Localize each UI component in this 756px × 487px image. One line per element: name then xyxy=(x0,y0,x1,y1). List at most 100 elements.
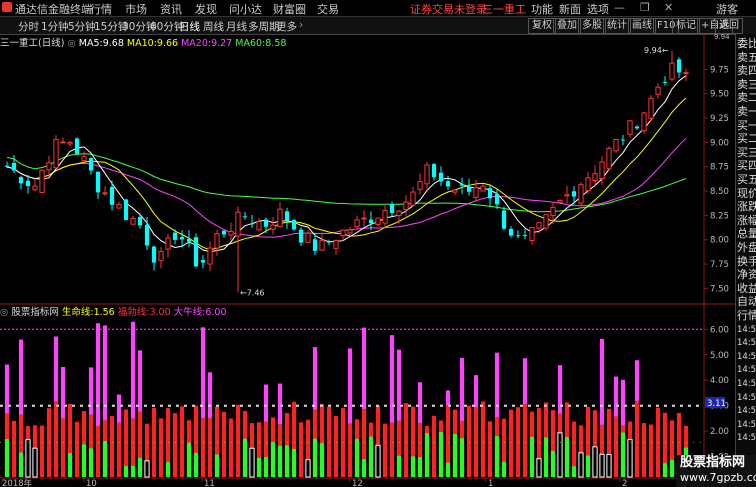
watermark: 股票指标网 www.7gpzb.com xyxy=(676,455,756,487)
candle-body-down xyxy=(438,172,444,182)
settings-circle-icon[interactable]: ◎ xyxy=(0,307,8,318)
candle-body-up xyxy=(354,219,360,228)
candle-body-up xyxy=(32,185,38,191)
indicator-bar-green xyxy=(564,437,570,477)
indicator-bar-green xyxy=(214,454,220,477)
indicator-bar-magenta xyxy=(494,352,500,418)
candle-body-down xyxy=(676,59,682,73)
menu-wenxiaoda[interactable]: 问小达 xyxy=(229,1,262,17)
minimize-icon[interactable]: — xyxy=(614,1,625,14)
btn-fuquan[interactable]: 复权 xyxy=(528,18,556,34)
period-more[interactable]: 更多 xyxy=(276,19,297,34)
menu-xuanxiang[interactable]: 选项 xyxy=(587,1,609,17)
btn-tongji[interactable]: 统计 xyxy=(603,18,631,34)
indicator-bar-green xyxy=(410,456,416,477)
price-tick-label: 8.25 xyxy=(710,211,729,221)
candle-body-up xyxy=(319,239,325,251)
close-icon[interactable]: ✕ xyxy=(664,1,673,14)
candle-body-down xyxy=(620,139,626,141)
candle-body-down xyxy=(4,165,10,167)
indicator-bar-red xyxy=(382,423,388,477)
sidebar-row: 卖一 xyxy=(737,105,756,118)
candle-body-down xyxy=(25,180,31,187)
candle-body-up xyxy=(648,98,654,119)
indicator-name: 股票指标网 xyxy=(11,307,59,318)
indicator-bar-green xyxy=(291,448,297,477)
indicator-bar-green xyxy=(620,432,626,477)
menu-caifuquan[interactable]: 财富圈 xyxy=(273,1,306,17)
candle-body-down xyxy=(634,126,640,129)
indicator-bar-green xyxy=(445,462,451,477)
btn-huaxian[interactable]: 画线 xyxy=(628,18,656,34)
sidebar-row: 卖二 xyxy=(737,91,756,105)
indicator-bar-red xyxy=(109,415,115,477)
candle-body-down xyxy=(431,164,437,178)
candle-body-up xyxy=(214,233,220,249)
title-bar: 通达信金融终端 行情 市场 资讯 发现 问小达 财富圈 交易 证券交易未登录 三… xyxy=(0,0,756,17)
menu-shichang[interactable]: 市场 xyxy=(125,1,147,17)
btn-duogu[interactable]: 多股 xyxy=(578,18,606,34)
indicator-bar-red xyxy=(648,424,654,477)
candle-body-down xyxy=(368,219,374,224)
menu-xinmian[interactable]: 新面 xyxy=(559,1,581,17)
indicator-bar-red xyxy=(389,422,395,477)
indicator-bar-magenta xyxy=(473,375,479,408)
dropdown-arrow-icon[interactable]: › xyxy=(299,19,303,31)
indicator-bar-green xyxy=(501,461,507,477)
btn-diejia[interactable]: 叠加 xyxy=(553,18,581,34)
indicator-bar-red xyxy=(39,425,45,477)
menu-zixun[interactable]: 资讯 xyxy=(160,1,182,17)
indicator-bar-red xyxy=(200,418,206,477)
menu-jiaoyi[interactable]: 交易 xyxy=(317,1,339,17)
menu-hangqing[interactable]: 行情 xyxy=(90,1,112,17)
indicator-bar-red xyxy=(347,423,353,477)
candle-body-up xyxy=(669,62,675,80)
login-notice[interactable]: 证券交易未登录 xyxy=(410,1,487,17)
btn-biaoji[interactable]: 标记 xyxy=(672,18,700,34)
period-monthly[interactable]: 月线 xyxy=(226,19,247,34)
indicator-bar-red xyxy=(522,404,528,477)
period-multi[interactable]: 多周期 xyxy=(248,19,280,34)
candle-body-up xyxy=(270,224,276,230)
candle-body-up xyxy=(340,229,346,237)
period-5min[interactable]: 5分钟 xyxy=(68,19,96,34)
sidebar-row: 涨跌 xyxy=(737,200,756,214)
candle-body-up xyxy=(53,138,59,169)
period-weekly[interactable]: 周线 xyxy=(203,19,224,34)
sidebar-row: 14:50 xyxy=(737,379,756,389)
sidebar-row: 14:50 xyxy=(737,419,756,430)
candle-body-down xyxy=(487,188,493,199)
period-daily[interactable]: 日线 xyxy=(179,19,200,34)
sidebar-row: 买四 xyxy=(737,159,756,173)
btn-back[interactable]: 返回 xyxy=(715,18,743,34)
restore-icon[interactable]: ❐ xyxy=(640,1,650,14)
menu-gongneng[interactable]: 功能 xyxy=(531,1,553,17)
indicator-bar-green xyxy=(88,448,94,477)
candle-body-down xyxy=(74,138,80,154)
sidebar-row: 总量 xyxy=(737,227,756,241)
indicator-bar-magenta xyxy=(263,384,269,422)
ma60-line xyxy=(6,153,687,213)
period-1min[interactable]: 1分钟 xyxy=(41,19,69,34)
price-tick-label: 9.25 xyxy=(710,114,729,124)
guest-user[interactable]: 游客 xyxy=(716,1,738,17)
low-price-marker: ←7.46 xyxy=(240,288,265,297)
sidebar-row: 买三 xyxy=(737,145,756,159)
candle-body-down xyxy=(18,177,24,184)
candle-body-up xyxy=(277,208,283,227)
period-fenshi[interactable]: 分时 xyxy=(18,19,39,34)
indicator-bar-white xyxy=(536,458,542,478)
candle-body-down xyxy=(95,171,101,193)
indicator-bar-white xyxy=(592,446,598,478)
indicator-bar-magenta xyxy=(130,321,136,419)
candle-body-down xyxy=(312,239,318,251)
candle-body-up xyxy=(543,214,549,229)
kline-chart[interactable]: 9.75 9.50 9.25 9.00 8.75 8.50 8.25 8.00 7.75 7.50… xyxy=(0,34,735,487)
date-tick-label: 2 xyxy=(622,479,627,487)
indicator-bar-magenta xyxy=(18,339,24,415)
indicator-bar-green xyxy=(543,437,549,477)
candle-body-up xyxy=(550,206,556,217)
menu-faxian[interactable]: 发现 xyxy=(195,1,217,17)
candle-body-up xyxy=(403,201,409,210)
candle-body-up xyxy=(67,141,73,145)
